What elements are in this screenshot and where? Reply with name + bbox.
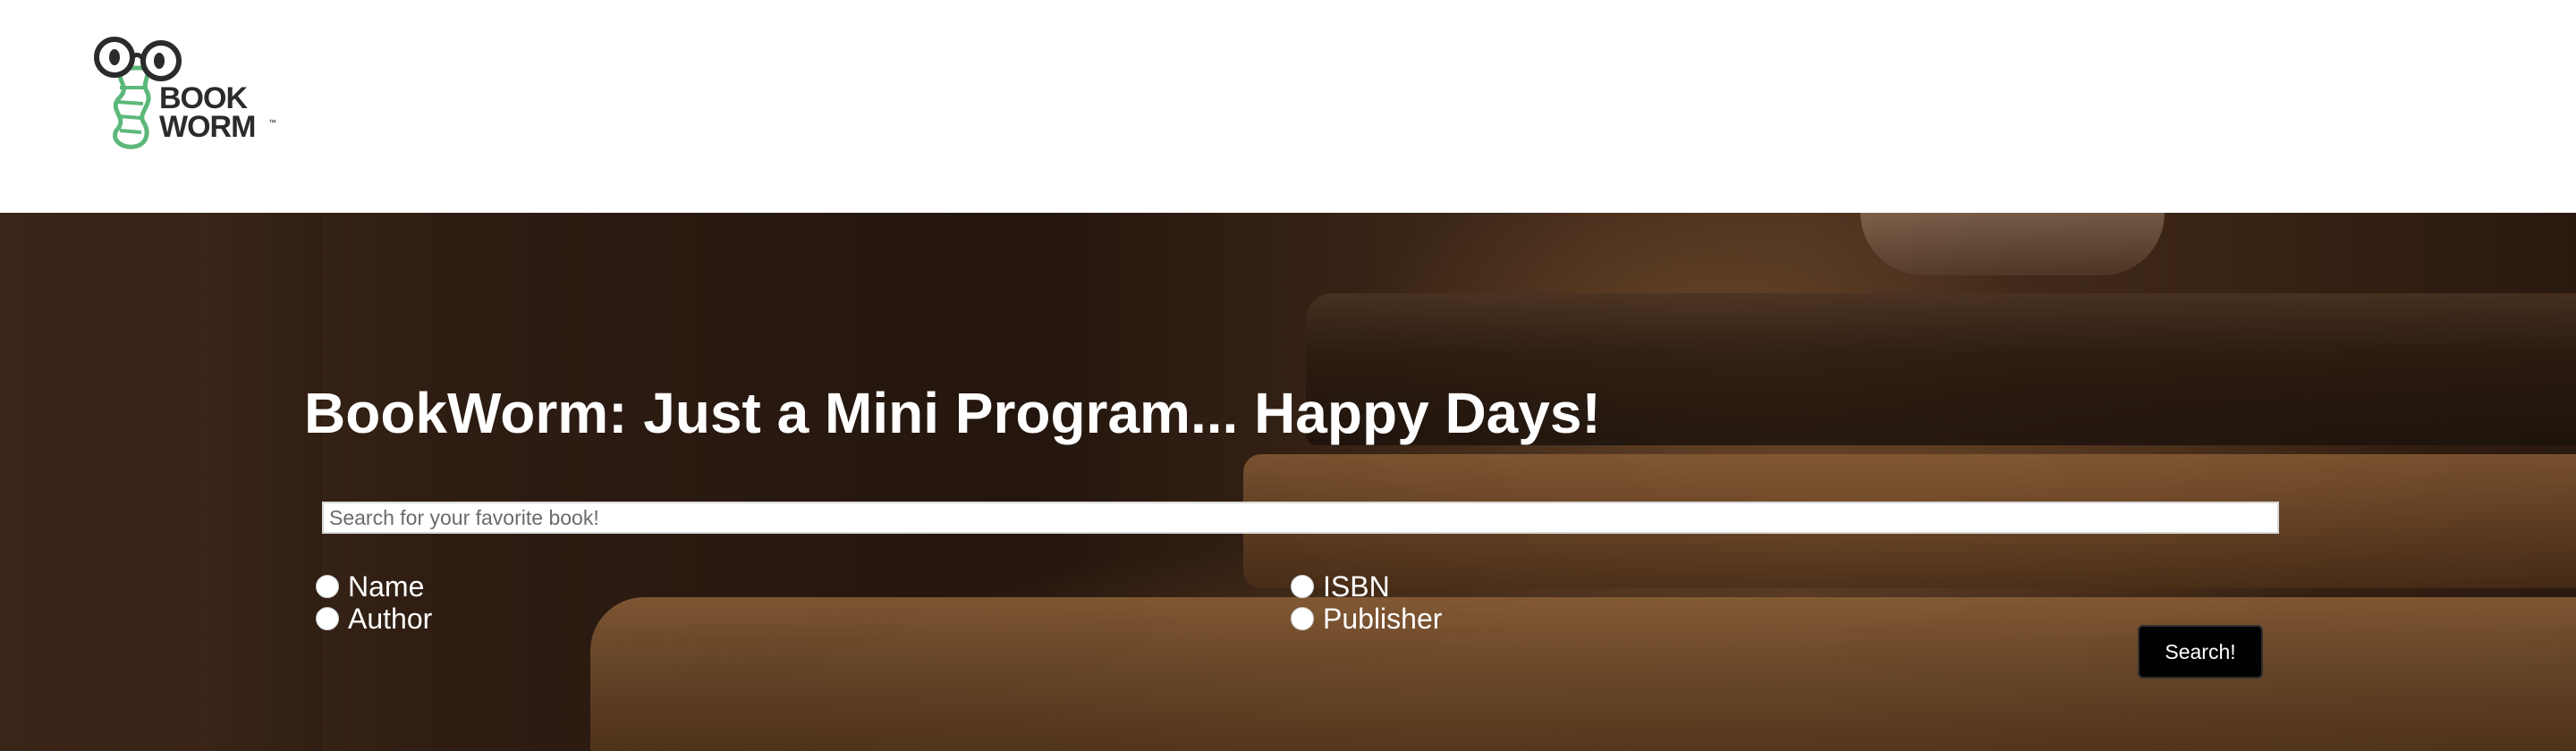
radio-publisher[interactable] bbox=[1291, 607, 1314, 630]
search-button[interactable]: Search! bbox=[2138, 625, 2263, 679]
hero-content: BookWorm: Just a Mini Program... Happy D… bbox=[0, 213, 2576, 751]
radio-author[interactable] bbox=[316, 607, 339, 630]
filter-label-author: Author bbox=[348, 603, 433, 635]
filter-label-publisher: Publisher bbox=[1323, 603, 1443, 635]
hero-banner: BookWorm: Just a Mini Program... Happy D… bbox=[0, 213, 2576, 751]
radio-isbn[interactable] bbox=[1291, 575, 1314, 598]
bookworm-logo[interactable]: BOOK WORM ™ bbox=[88, 32, 276, 157]
logo-line-book: BOOK bbox=[159, 81, 248, 115]
radio-name[interactable] bbox=[316, 575, 339, 598]
filter-option-publisher[interactable]: Publisher bbox=[1291, 603, 1442, 635]
logo-wordmark: BOOK WORM bbox=[159, 81, 256, 144]
filter-option-isbn[interactable]: ISBN bbox=[1291, 570, 1390, 603]
page-title: BookWorm: Just a Mini Program... Happy D… bbox=[304, 381, 1601, 445]
filter-label-isbn: ISBN bbox=[1323, 570, 1390, 603]
filter-option-name[interactable]: Name bbox=[316, 570, 424, 603]
search-input[interactable] bbox=[322, 502, 2279, 534]
site-header: BOOK WORM ™ bbox=[0, 0, 2576, 213]
logo-line-worm: WORM bbox=[159, 110, 256, 144]
filter-option-author[interactable]: Author bbox=[316, 603, 432, 635]
filter-label-name: Name bbox=[348, 570, 425, 603]
trademark-symbol: ™ bbox=[268, 118, 276, 127]
